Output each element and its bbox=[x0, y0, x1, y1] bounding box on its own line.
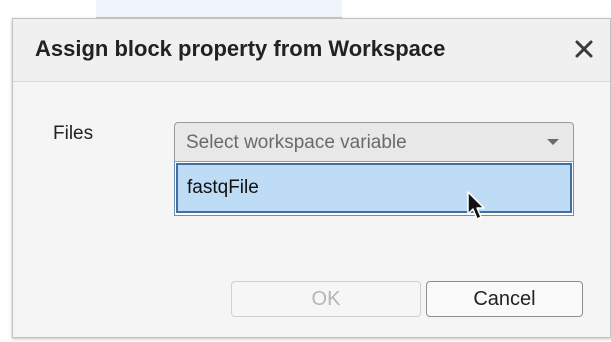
workspace-variable-select[interactable]: Select workspace variable bbox=[174, 122, 574, 162]
select-placeholder: Select workspace variable bbox=[186, 132, 407, 153]
assign-property-dialog: Assign block property from Workspace Fil… bbox=[12, 18, 611, 338]
screen: Assign block property from Workspace Fil… bbox=[0, 0, 611, 342]
option-label: fastqFile bbox=[187, 177, 259, 198]
mouse-pointer-icon bbox=[467, 191, 485, 220]
cancel-button[interactable]: Cancel bbox=[426, 281, 583, 317]
close-icon bbox=[575, 40, 593, 58]
close-button[interactable] bbox=[566, 31, 602, 67]
dropdown-option-fastqfile[interactable]: fastqFile bbox=[176, 163, 572, 213]
dialog-title: Assign block property from Workspace bbox=[35, 36, 446, 61]
dropdown-list: fastqFile bbox=[174, 162, 574, 216]
files-label: Files bbox=[53, 123, 94, 144]
chevron-down-icon bbox=[547, 139, 559, 145]
ok-button[interactable]: OK bbox=[231, 281, 421, 317]
dialog-titlebar: Assign block property from Workspace bbox=[13, 19, 610, 82]
background-window-fragment bbox=[96, 0, 342, 18]
